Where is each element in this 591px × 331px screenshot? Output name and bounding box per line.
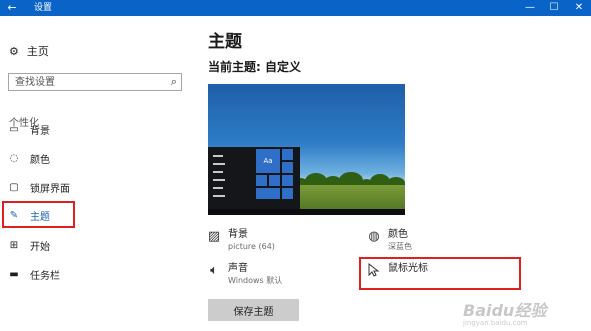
sidebar-item-background[interactable]: ▭ 背景 (0, 118, 195, 140)
sound-option-title: 声音 (228, 263, 248, 274)
sound-option-subtitle: Windows 默认 (228, 276, 283, 285)
watermark: Baidu经验 jingyan.baidu.com (463, 297, 583, 327)
sidebar-item-taskbar[interactable]: ▬ 任务栏 (0, 263, 195, 285)
gear-icon: ⚙ (9, 44, 19, 58)
sidebar: ⚙ 主页 ⌕ 个性化 ▭ 背景 ◌ 颜色 ▢ 锁屏界面 ✎ 主题 ⊞ 开始 ▬ … (0, 16, 195, 331)
highlight-box (359, 257, 521, 290)
color-option[interactable]: ◍ 颜色 深蓝色 (366, 229, 412, 252)
title-bar: ← 设置 — ☐ ✕ (0, 0, 591, 16)
sidebar-item-label: 任务栏 (30, 270, 60, 282)
search-box[interactable]: ⌕ (8, 73, 182, 91)
background-option[interactable]: ▨ 背景 picture (64) (206, 229, 275, 252)
sidebar-item-label: 开始 (30, 241, 50, 253)
sidebar-item-label: 锁屏界面 (30, 183, 70, 195)
sidebar-item-start[interactable]: ⊞ 开始 (0, 234, 195, 256)
search-icon[interactable]: ⌕ (171, 75, 177, 89)
page-title: 主题 (208, 32, 242, 52)
sidebar-item-label: 颜色 (30, 154, 50, 166)
background-option-title: 背景 (228, 229, 248, 240)
watermark-sub: jingyan.baidu.com (463, 319, 528, 327)
picture-icon: ▭ (9, 123, 19, 135)
taskbar-icon: ▬ (9, 268, 19, 280)
save-theme-button[interactable]: 保存主题 (208, 299, 299, 321)
sidebar-item-color[interactable]: ◌ 颜色 (0, 147, 195, 169)
preview-start-menu: Aa (208, 147, 300, 215)
background-option-subtitle: picture (64) (228, 242, 275, 251)
sidebar-item-label: 背景 (30, 125, 50, 137)
color-option-subtitle: 深蓝色 (388, 242, 412, 251)
current-theme-label: 当前主题: 自定义 (208, 60, 301, 74)
palette-icon: ◌ (9, 152, 19, 164)
picture-icon: ▨ (207, 229, 221, 244)
sound-option[interactable]: 🔈︎ 声音 Windows 默认 (206, 263, 282, 286)
home-label: 主页 (26, 45, 49, 58)
preview-taskbar (208, 209, 405, 215)
start-grid-icon: ⊞ (9, 239, 19, 251)
highlight-box (2, 201, 75, 228)
color-option-title: 颜色 (388, 229, 408, 240)
lockscreen-icon: ▢ (9, 181, 19, 193)
theme-preview: Aa (208, 84, 405, 215)
preview-tile: Aa (256, 149, 280, 173)
close-icon[interactable]: ✕ (567, 0, 591, 16)
sidebar-item-lockscreen[interactable]: ▢ 锁屏界面 (0, 176, 195, 198)
palette-icon: ◍ (368, 229, 380, 244)
minimize-icon[interactable]: — (518, 0, 542, 16)
watermark-text: Baidu经验 (463, 301, 547, 320)
search-input[interactable] (15, 75, 163, 89)
back-arrow-icon[interactable]: ← (0, 0, 24, 16)
maximize-icon[interactable]: ☐ (542, 0, 566, 16)
speaker-icon: 🔈︎ (210, 263, 218, 278)
window-title: 设置 (34, 3, 53, 13)
home-link[interactable]: ⚙ 主页 (9, 43, 49, 59)
